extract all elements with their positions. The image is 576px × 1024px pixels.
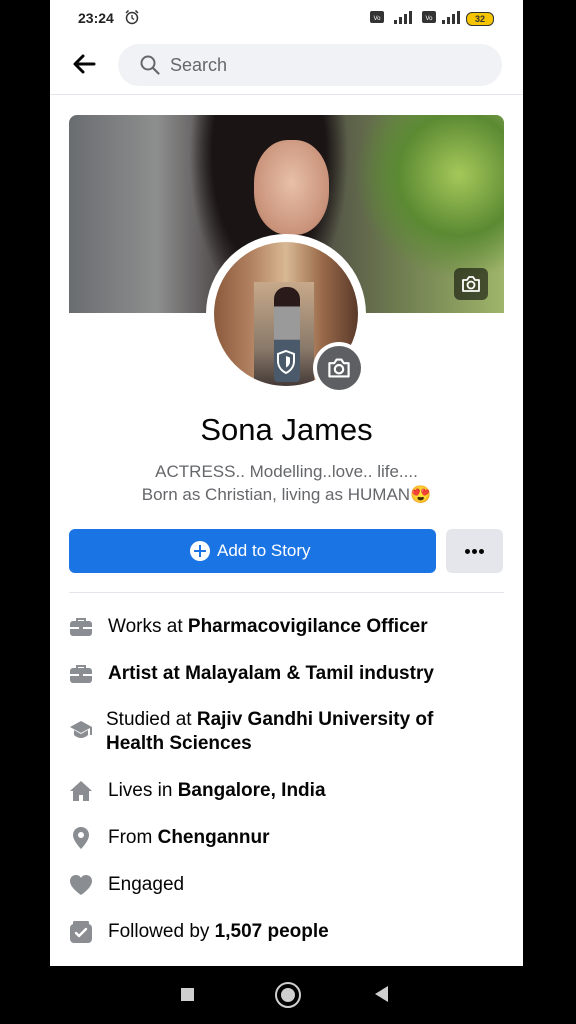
alarm-clock-icon	[125, 9, 139, 25]
plus-circle-icon	[190, 541, 210, 561]
detail-prefix: Engaged	[108, 874, 185, 895]
cover-camera-button[interactable]	[454, 268, 488, 300]
add-to-story-label: Add to Story	[217, 541, 311, 560]
add-to-story-button[interactable]: Add to Story	[69, 529, 436, 573]
detail-prefix: Studied at	[106, 709, 197, 730]
svg-text:Vo: Vo	[425, 16, 433, 22]
dot-icon	[479, 549, 484, 554]
more-options-button[interactable]: ...	[446, 529, 503, 573]
profile-name: Sona James	[200, 412, 373, 447]
bio-line-2: Born as Christian, living as HUMAN😍	[141, 485, 432, 504]
camera-icon	[462, 276, 480, 292]
home-icon	[70, 781, 92, 801]
dot-icon	[472, 549, 477, 554]
detail-value[interactable]: Pharmacovigilance Officer	[188, 616, 428, 637]
status-time: 23:24	[78, 10, 114, 26]
status-bar: 23:24 Vo Vo 32	[50, 0, 523, 36]
briefcase-icon	[70, 618, 92, 636]
detail-value-line-2[interactable]: Health Sciences	[106, 733, 252, 754]
followers-icon	[70, 921, 92, 943]
location-pin-icon	[73, 827, 89, 849]
section-divider	[69, 592, 504, 593]
profile-bio: ACTRESS.. Modelling..love.. life.... Bor…	[50, 460, 523, 506]
camera-icon	[328, 358, 350, 378]
back-arrow-icon[interactable]	[70, 50, 98, 78]
detail-prefix: Lives in	[108, 780, 178, 801]
back-triangle-icon[interactable]	[375, 986, 388, 1002]
detail-prefix: From	[108, 827, 158, 848]
graduation-cap-icon	[70, 721, 92, 738]
detail-value[interactable]: Artist at Malayalam & Tamil industry	[108, 663, 434, 684]
detail-value[interactable]: 1,507 people	[215, 921, 329, 942]
briefcase-icon	[70, 665, 92, 683]
profile-guard-shield-icon[interactable]	[275, 349, 297, 375]
detail-prefix: Followed by	[108, 921, 215, 942]
volte-signal-icon-2: Vo	[422, 11, 460, 24]
detail-value[interactable]: Bangalore, India	[178, 780, 326, 801]
bio-line-1: ACTRESS.. Modelling..love.. life....	[155, 462, 418, 481]
search-icon	[140, 55, 160, 75]
avatar-camera-button[interactable]	[313, 342, 365, 394]
search-input[interactable]: Search	[118, 44, 502, 86]
battery-icon: 32	[466, 12, 494, 26]
heart-icon	[70, 875, 92, 895]
detail-value[interactable]: Chengannur	[158, 827, 270, 848]
detail-prefix: Works at	[108, 616, 188, 637]
detail-value[interactable]: Rajiv Gandhi University of	[197, 709, 434, 730]
volte-signal-icon: Vo	[370, 11, 412, 24]
header-divider	[50, 94, 523, 95]
recent-apps-icon[interactable]	[181, 988, 194, 1001]
home-button-icon[interactable]	[275, 982, 301, 1008]
profile-screen: 23:24 Vo Vo 32 Search Sona James ACTRESS…	[50, 0, 523, 966]
search-placeholder: Search	[170, 55, 228, 75]
svg-text:Vo: Vo	[373, 16, 381, 22]
dot-icon	[465, 549, 470, 554]
